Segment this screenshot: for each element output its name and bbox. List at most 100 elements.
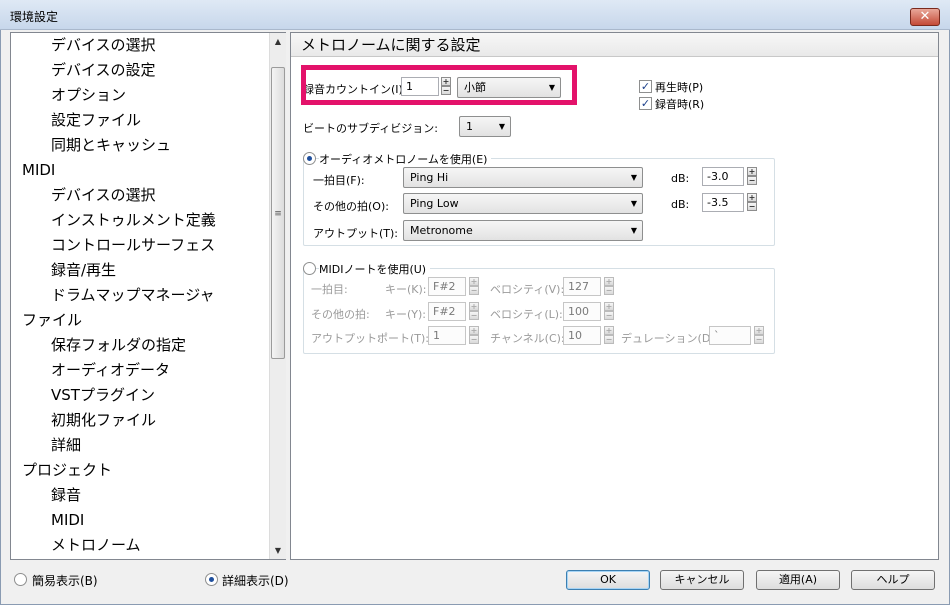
tree-item[interactable]: オプション — [51, 85, 126, 105]
spin-up-icon[interactable]: + — [754, 326, 764, 335]
simple-view-radio[interactable] — [14, 573, 27, 586]
other-db-spinner[interactable]: + − — [747, 193, 757, 212]
spin-down-icon[interactable]: − — [469, 311, 479, 320]
spin-up-icon[interactable]: + — [604, 326, 614, 335]
tree-item[interactable]: MIDI — [51, 510, 84, 530]
first-db-input[interactable]: -3.0 — [702, 167, 744, 186]
other-beat-label: その他の拍(O): — [313, 200, 389, 213]
spin-up-icon[interactable]: + — [469, 277, 479, 286]
subdivision-select[interactable]: 1 ▼ — [459, 116, 511, 137]
midi-channel-spinner[interactable]: + − — [604, 326, 614, 345]
tree-item[interactable]: 設定ファイル — [51, 110, 141, 130]
midi-first-label: 一拍目: — [311, 283, 348, 296]
midi-channel-input[interactable]: 10 — [563, 326, 601, 345]
close-icon[interactable]: ✕ — [910, 8, 940, 26]
tree-item[interactable]: インストゥルメント定義 — [51, 210, 216, 230]
on-rec-checkbox[interactable]: ✓ — [639, 97, 652, 110]
detailed-view-radio[interactable] — [205, 573, 218, 586]
tree-item[interactable]: 録音 — [51, 485, 81, 505]
midi-vel-v-label: ベロシティ(V): — [490, 283, 565, 296]
midi-key-y-input[interactable]: F#2 — [428, 302, 466, 321]
midi-vel-v-input[interactable]: 127 — [563, 277, 601, 296]
spin-down-icon[interactable]: − — [747, 202, 757, 211]
midi-duration-spinner[interactable]: + − — [754, 326, 764, 345]
midi-key-y-spinner[interactable]: + − — [469, 302, 479, 321]
panel-title: メトロノームに関する設定 — [291, 33, 938, 57]
tree-item[interactable]: デバイスの設定 — [51, 60, 156, 80]
midi-vel-l-input[interactable]: 100 — [563, 302, 601, 321]
spin-up-icon[interactable]: + — [747, 167, 757, 176]
midi-key-k-label: キー(K): — [385, 283, 427, 296]
tree-item[interactable]: ドラムマップマネージャ — [51, 285, 215, 305]
tree-scrollbar[interactable]: ▲ ≡ ▼ — [269, 33, 286, 559]
midi-other-label: その他の拍: — [311, 308, 370, 321]
tree-item[interactable]: プロジェクト — [22, 460, 112, 480]
spin-down-icon[interactable]: − — [754, 335, 764, 344]
window-title: 環境設定 — [10, 10, 59, 24]
ok-button[interactable]: OK — [566, 570, 650, 590]
audio-metronome-label: オーディオメトロノームを使用(E) — [319, 151, 492, 167]
spin-down-icon[interactable]: − — [747, 176, 757, 185]
audio-output-label: アウトプット(T): — [313, 227, 399, 240]
tree-item[interactable]: デバイスの選択 — [51, 35, 156, 55]
tree-item[interactable]: コントロールサーフェス — [51, 235, 215, 255]
spin-down-icon[interactable]: − — [469, 286, 479, 295]
midi-note-radio[interactable] — [303, 262, 316, 275]
scroll-up-icon[interactable]: ▲ — [270, 33, 286, 50]
subdivision-label: ビートのサブディビジョン: — [303, 122, 438, 135]
tree-item[interactable]: ファイル — [22, 310, 82, 330]
spin-up-icon[interactable]: + — [469, 326, 479, 335]
spin-down-icon[interactable]: − — [469, 335, 479, 344]
scroll-thumb[interactable]: ≡ — [271, 67, 285, 359]
midi-note-label: MIDIノートを使用(U) — [319, 261, 431, 277]
settings-panel: メトロノームに関する設定 録音カウントイン(I): 1 + − 小節 ▼ ✓ 再生時… — [290, 32, 939, 560]
tree-item[interactable]: 同期とキャッシュ — [51, 135, 171, 155]
midi-vel-v-spinner[interactable]: + − — [604, 277, 614, 296]
detailed-view-label: 詳細表示(D) — [222, 574, 289, 588]
other-beat-value: Ping Low — [410, 197, 459, 210]
tree-item[interactable]: メトロノーム — [51, 535, 141, 555]
midi-vel-l-label: ベロシティ(L): — [490, 308, 563, 321]
chevron-down-icon: ▼ — [630, 173, 637, 182]
midi-port-spinner[interactable]: + − — [469, 326, 479, 345]
tree-item[interactable]: オーディオデータ — [51, 360, 170, 380]
first-db-spinner[interactable]: + − — [747, 167, 757, 186]
audio-output-select[interactable]: Metronome ▼ — [403, 220, 643, 241]
tree-item[interactable]: 保存フォルダの指定 — [51, 335, 186, 355]
tree-item[interactable]: VSTプラグイン — [51, 385, 155, 405]
apply-button[interactable]: 適用(A) — [756, 570, 840, 590]
midi-key-k-input[interactable]: F#2 — [428, 277, 466, 296]
tree-item[interactable]: 録音/再生 — [51, 260, 116, 280]
midi-port-label: ポート(T): — [377, 332, 430, 345]
subdivision-value: 1 — [466, 120, 473, 133]
cancel-button[interactable]: キャンセル — [660, 570, 744, 590]
spin-down-icon[interactable]: − — [604, 311, 614, 320]
other-beat-select[interactable]: Ping Low ▼ — [403, 193, 643, 214]
midi-duration-input[interactable]: ` — [709, 326, 751, 345]
chevron-down-icon: ▼ — [630, 226, 637, 235]
on-play-checkbox[interactable]: ✓ — [639, 80, 652, 93]
midi-vel-l-spinner[interactable]: + − — [604, 302, 614, 321]
midi-key-k-spinner[interactable]: + − — [469, 277, 479, 296]
midi-output-label: アウトプット: — [311, 332, 381, 345]
first-beat-select[interactable]: Ping Hi ▼ — [403, 167, 643, 188]
tree-item[interactable]: MIDI — [22, 160, 55, 180]
spin-up-icon[interactable]: + — [747, 193, 757, 202]
audio-metronome-radio[interactable] — [303, 152, 316, 165]
spin-up-icon[interactable]: + — [604, 302, 614, 311]
first-beat-label: 一拍目(F): — [313, 174, 365, 187]
help-button[interactable]: ヘルプ — [851, 570, 935, 590]
on-play-label: 再生時(P) — [655, 81, 704, 94]
chevron-down-icon: ▼ — [498, 122, 505, 131]
spin-down-icon[interactable]: − — [604, 286, 614, 295]
other-db-input[interactable]: -3.5 — [702, 193, 744, 212]
tree-item[interactable]: デバイスの選択 — [51, 185, 156, 205]
spin-up-icon[interactable]: + — [604, 277, 614, 286]
first-beat-value: Ping Hi — [410, 171, 449, 184]
scroll-down-icon[interactable]: ▼ — [270, 542, 286, 559]
spin-down-icon[interactable]: − — [604, 335, 614, 344]
tree-item[interactable]: 初期化ファイル — [51, 410, 156, 430]
tree-item[interactable]: 詳細 — [51, 435, 81, 455]
midi-port-input[interactable]: 1 — [428, 326, 466, 345]
spin-up-icon[interactable]: + — [469, 302, 479, 311]
